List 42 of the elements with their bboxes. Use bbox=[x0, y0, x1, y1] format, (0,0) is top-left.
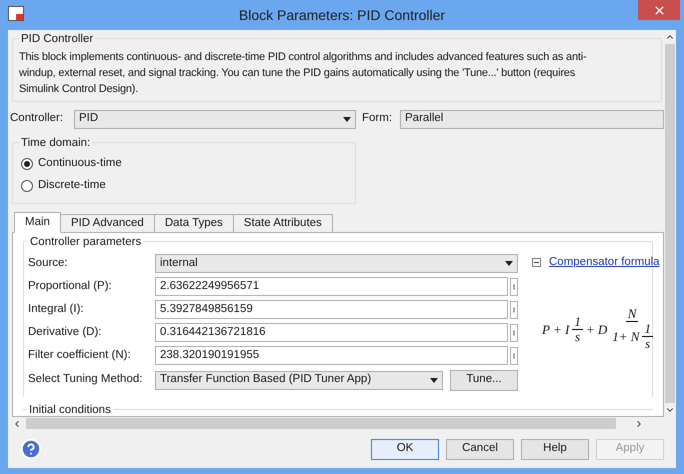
compensator-formula-link[interactable]: Compensator formula bbox=[549, 254, 660, 272]
tune-button[interactable]: Tune... bbox=[450, 370, 518, 390]
parameter-label: Source: bbox=[28, 256, 69, 271]
parameter-label: Select Tuning Method: bbox=[28, 372, 144, 388]
dialog-button[interactable]: Cancel bbox=[446, 438, 514, 460]
form-label: Form: bbox=[362, 111, 394, 126]
radio-label: Discrete-time bbox=[38, 178, 106, 194]
controller-label: Controller: bbox=[10, 111, 64, 126]
radio-button[interactable] bbox=[21, 180, 33, 192]
source-dropdown[interactable]: internal bbox=[155, 254, 518, 273]
parameter-label: Proportional (P): bbox=[28, 278, 113, 294]
parameter-field[interactable]: 238.320190191955 bbox=[155, 346, 508, 365]
parameter-label: Integral (I): bbox=[28, 302, 85, 317]
dropdown-caret-icon bbox=[430, 378, 438, 382]
dropdown-caret-icon bbox=[505, 261, 513, 266]
controller-dropdown[interactable]: PID bbox=[74, 110, 356, 128]
tab[interactable]: Main bbox=[14, 212, 61, 233]
close-button[interactable] bbox=[638, 0, 680, 20]
more-options-icon[interactable] bbox=[510, 346, 518, 364]
more-options-icon[interactable] bbox=[510, 300, 518, 318]
dropdown-caret-icon bbox=[343, 116, 351, 122]
parameter-field[interactable]: 2.63622249956571 bbox=[155, 277, 508, 296]
window-title: Block Parameters: PID Controller bbox=[238, 6, 446, 24]
dialog-button[interactable]: Help bbox=[521, 438, 589, 460]
more-options-icon[interactable] bbox=[510, 324, 518, 342]
tuning-method-dropdown[interactable]: Transfer Function Based (PID Tuner App) bbox=[155, 370, 443, 390]
radio-label: Continuous-time bbox=[38, 156, 122, 172]
parameter-field[interactable]: 5.3927849856159 bbox=[155, 300, 508, 319]
parameter-label: Filter coefficient (N): bbox=[28, 348, 132, 363]
radio-button[interactable] bbox=[21, 158, 33, 170]
more-options-icon[interactable] bbox=[510, 278, 518, 296]
parameter-label: Derivative (D): bbox=[28, 324, 102, 340]
form-dropdown[interactable]: Parallel bbox=[400, 110, 664, 128]
help-icon[interactable] bbox=[20, 438, 42, 460]
close-icon bbox=[652, 4, 666, 16]
block-description: This block implements continuous- and discrete-time PID control algorithms and includes advanced features such as anti- windup, external reset, and signal tracking. You can tune the PID gains automatically using the 'Tune...' button (requires Simulink Control Design). bbox=[19, 50, 588, 97]
dialog-button[interactable]: OK bbox=[371, 438, 439, 460]
collapse-icon[interactable] bbox=[532, 258, 541, 268]
app-icon bbox=[8, 6, 24, 21]
tab[interactable]: State Attributes bbox=[232, 214, 333, 233]
group-title: Initial conditions bbox=[27, 402, 113, 416]
parameter-field[interactable]: 0.316442136721816 bbox=[155, 323, 508, 342]
